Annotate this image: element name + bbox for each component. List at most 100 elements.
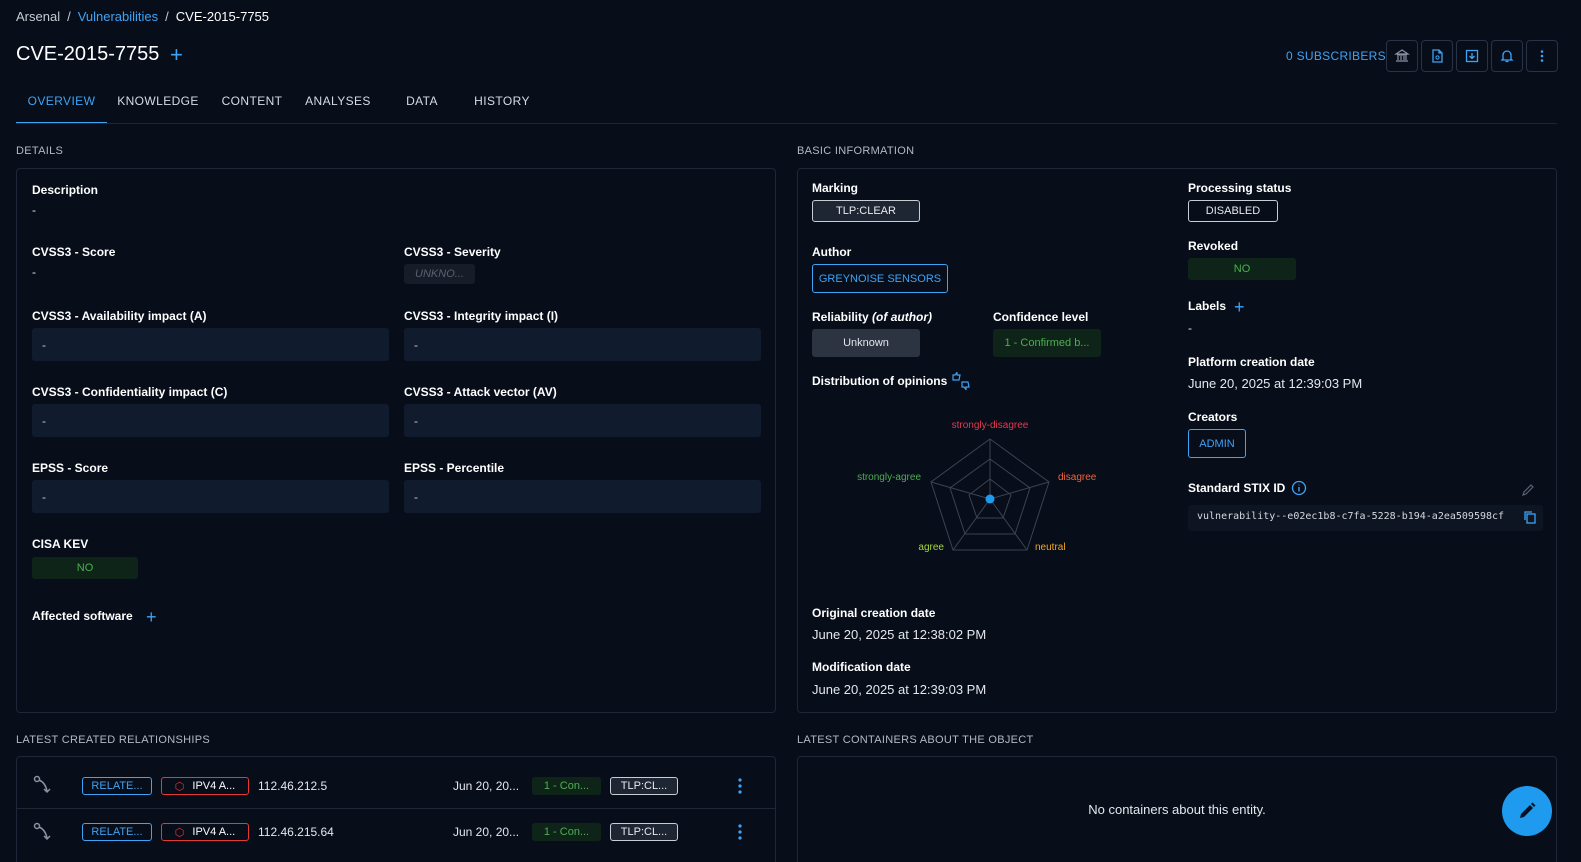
opinions-thumbs-button[interactable] [951, 370, 971, 393]
marking-label: Marking [812, 181, 859, 195]
generate-report-button[interactable] [1421, 40, 1453, 72]
containers-section-title: LATEST CONTAINERS ABOUT THE OBJECT [797, 734, 1034, 746]
table-row[interactable]: RELATE... ⬡ IPV4 A... 112.46.215.64 Jun 2… [17, 809, 775, 855]
more-vertical-icon [1540, 50, 1544, 62]
attack-vector-field[interactable]: - [404, 404, 761, 437]
original-creation-value: June 20, 2025 at 12:38:02 PM [812, 627, 987, 642]
confidence-chip: 1 - Confirmed b... [993, 329, 1101, 357]
revoked-label: Revoked [1188, 239, 1239, 253]
entity-type-chip: ⬡ IPV4 A... [161, 777, 249, 795]
radar-axis-neutral: neutral [1035, 542, 1066, 553]
relationship-type-chip: RELATE... [82, 823, 152, 841]
cvss-severity-chip: UNKNO... [404, 264, 475, 284]
epss-percentile-field[interactable]: - [404, 480, 761, 513]
add-affected-software-button[interactable]: + [146, 608, 157, 626]
author-chip[interactable]: GREYNOISE SENSORS [812, 264, 948, 293]
edit-stix-id-icon[interactable] [1521, 483, 1535, 500]
more-options-button[interactable] [1526, 40, 1558, 72]
add-label-button[interactable]: + [1234, 298, 1245, 316]
download-icon [1465, 49, 1479, 63]
tabs-divider [16, 123, 1557, 124]
breadcrumb-current: CVE-2015-7755 [175, 9, 270, 24]
export-button[interactable] [1456, 40, 1488, 72]
confidentiality-label: CVSS3 - Confidentiality impact (C) [32, 385, 228, 399]
bell-icon [1500, 50, 1514, 63]
info-icon[interactable] [1291, 480, 1307, 499]
row-more-icon[interactable] [733, 823, 747, 844]
tab-history[interactable]: HISTORY [470, 84, 534, 124]
relationship-icon [32, 821, 54, 846]
bank-icon [1394, 49, 1410, 62]
modification-value: June 20, 2025 at 12:39:03 PM [812, 682, 987, 697]
marking-chip: TLP:CLEAR [812, 200, 920, 222]
thumbs-up-down-icon [952, 370, 970, 392]
tab-overview[interactable]: OVERVIEW [16, 84, 107, 124]
opinions-label: Distribution of opinions [812, 374, 948, 388]
platform-creation-label: Platform creation date [1188, 355, 1315, 369]
labels-label: Labels [1188, 299, 1227, 313]
attack-vector-label: CVSS3 - Attack vector (AV) [404, 385, 557, 399]
copy-icon[interactable] [1523, 510, 1538, 528]
opinions-radar-chart: strongly-disagree disagree neutral agree… [857, 420, 1097, 553]
breadcrumb: Arsenal / Vulnerabilities / CVE-2015-7755 [16, 9, 270, 24]
creator-chip[interactable]: ADMIN [1188, 429, 1246, 458]
epss-score-label: EPSS - Score [32, 461, 109, 475]
relationship-date: Jun 20, 20... [453, 825, 520, 839]
row-more-icon[interactable] [733, 777, 747, 798]
tab-content[interactable]: CONTENT [212, 84, 292, 124]
reliability-chip: Unknown [812, 329, 920, 357]
relationship-date: Jun 20, 20... [453, 779, 520, 793]
file-icon [1432, 49, 1443, 63]
marking-chip: TLP:CL... [610, 823, 678, 841]
manage-access-button[interactable] [1386, 40, 1418, 72]
hexagon-icon: ⬡ [174, 826, 185, 839]
cvss-severity-label: CVSS3 - Severity [404, 245, 501, 259]
confidence-chip: 1 - Con... [532, 823, 601, 841]
integrity-label: CVSS3 - Integrity impact (I) [404, 309, 559, 323]
notification-button[interactable] [1491, 40, 1523, 72]
basic-info-section-title: BASIC INFORMATION [797, 145, 915, 157]
tab-analyses[interactable]: ANALYSES [300, 84, 376, 124]
original-creation-label: Original creation date [812, 606, 936, 620]
containers-panel: No containers about this entity. [797, 756, 1557, 862]
revoked-chip: NO [1188, 258, 1296, 280]
availability-label: CVSS3 - Availability impact (A) [32, 309, 207, 323]
relationships-panel: RELATE... ⬡ IPV4 A... 112.46.212.5 Jun 20… [16, 756, 776, 862]
confidentiality-field[interactable]: - [32, 404, 389, 437]
stix-id-label: Standard STIX ID [1188, 481, 1286, 495]
entity-value: 112.46.212.5 [258, 779, 328, 793]
containers-empty-text: No containers about this entity. [1088, 802, 1266, 817]
entity-value: 112.46.215.64 [258, 825, 334, 839]
breadcrumb-vulnerabilities-link[interactable]: Vulnerabilities [78, 9, 158, 24]
relationship-type-chip: RELATE... [82, 777, 152, 795]
tab-knowledge[interactable]: KNOWLEDGE [112, 84, 204, 124]
confidence-label: Confidence level [993, 310, 1089, 324]
relationships-section-title: LATEST CREATED RELATIONSHIPS [16, 734, 211, 746]
radar-axis-agree: agree [918, 542, 944, 553]
hexagon-icon: ⬡ [174, 780, 185, 793]
relationship-icon [32, 774, 54, 799]
table-row[interactable]: RELATE... ⬡ IPV4 A... 112.46.212.5 Jun 20… [17, 757, 775, 809]
integrity-field[interactable]: - [404, 328, 761, 361]
author-label: Author [812, 245, 852, 259]
edit-button[interactable] [1502, 786, 1552, 836]
radar-value-dot [985, 494, 995, 504]
labels-value: - [1188, 321, 1192, 335]
epss-percentile-label: EPSS - Percentile [404, 461, 505, 475]
epss-score-field[interactable]: - [32, 480, 389, 513]
affected-software-label: Affected software [32, 609, 133, 623]
processing-status-chip: DISABLED [1188, 200, 1278, 222]
cvss-score-label: CVSS3 - Score [32, 245, 116, 259]
page-title: CVE-2015-7755 [16, 43, 160, 65]
pencil-icon [1520, 802, 1536, 818]
confidence-chip: 1 - Con... [532, 777, 601, 795]
details-panel: Description - CVSS3 - Score - CVSS3 - Se… [16, 168, 776, 713]
radar-axis-disagree: disagree [1058, 472, 1097, 483]
reliability-label: Reliability (of author) [812, 310, 933, 324]
tab-data[interactable]: DATA [394, 84, 450, 124]
add-alias-button[interactable]: + [170, 43, 183, 67]
cvss-score-value: - [32, 265, 36, 279]
modification-label: Modification date [812, 660, 911, 674]
subscribers-button[interactable]: 0 SUBSCRIBERS [1286, 49, 1386, 63]
availability-field[interactable]: - [32, 328, 389, 361]
